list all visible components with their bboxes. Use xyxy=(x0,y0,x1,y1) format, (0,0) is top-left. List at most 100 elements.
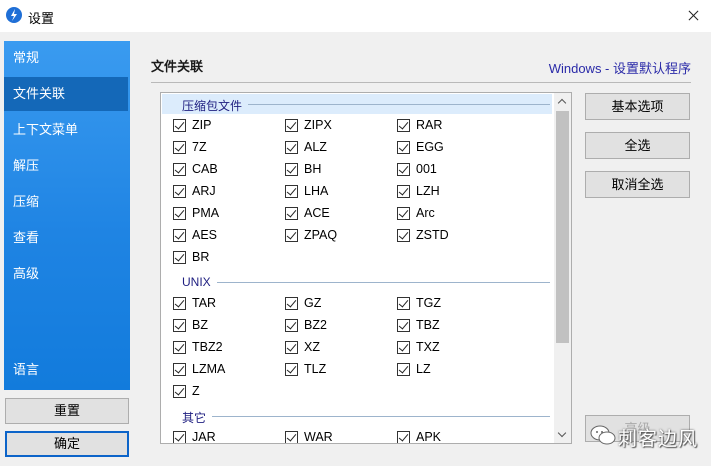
checkbox-checked-icon[interactable] xyxy=(285,431,298,443)
checkbox-checked-icon[interactable] xyxy=(173,163,186,176)
checkbox-checked-icon[interactable] xyxy=(285,297,298,310)
sidebar-item[interactable]: 文件关联 xyxy=(4,77,128,111)
scroll-thumb[interactable] xyxy=(556,111,569,343)
group-divider xyxy=(248,104,550,105)
checkbox-label: BH xyxy=(304,162,322,176)
checkbox-label: ZIPX xyxy=(304,118,332,132)
checkbox-checked-icon[interactable] xyxy=(285,363,298,376)
checkbox-checked-icon[interactable] xyxy=(397,119,410,132)
reset-button[interactable]: 重置 xyxy=(5,398,129,424)
checkbox-label: AES xyxy=(192,228,218,242)
checkbox-checked-icon[interactable] xyxy=(173,385,186,398)
file-association-panel: 文件关联 Windows - 设置默认程序 压缩包文件 ZIP ZIPX RAR 7Z A… xyxy=(139,41,705,461)
checkbox-checked-icon[interactable] xyxy=(173,141,186,154)
checkbox-label: LZMA xyxy=(192,362,226,376)
checkbox-label: XZ xyxy=(304,340,320,354)
ok-button[interactable]: 确定 xyxy=(5,431,129,457)
sidebar-item[interactable]: 高级 xyxy=(4,257,128,291)
checkbox-checked-icon[interactable] xyxy=(173,297,186,310)
watermark-text: 刺客边风 xyxy=(618,429,699,450)
checkbox-checked-icon[interactable] xyxy=(173,207,186,220)
checkbox-label: TGZ xyxy=(416,296,441,310)
checkbox-checked-icon[interactable] xyxy=(285,119,298,132)
sidebar: 常规 文件关联 上下文菜单 解压 压缩 查看 高级 语言 xyxy=(4,41,130,390)
checkbox-checked-icon[interactable] xyxy=(173,431,186,443)
checkbox-checked-icon[interactable] xyxy=(285,185,298,198)
checkbox-label: APK xyxy=(416,430,442,444)
deselect-all-button[interactable]: 取消全选 xyxy=(585,171,690,198)
scroll-up-icon[interactable] xyxy=(554,93,571,110)
checkbox-checked-icon[interactable] xyxy=(285,341,298,354)
checkbox-label: EGG xyxy=(416,140,444,154)
checkbox-checked-icon[interactable] xyxy=(285,163,298,176)
checkbox-label: PMA xyxy=(192,206,220,220)
group-title: UNIX xyxy=(182,275,211,289)
checkbox-checked-icon[interactable] xyxy=(397,207,410,220)
checkbox-label: ALZ xyxy=(304,140,327,154)
checkbox-label: ZSTD xyxy=(416,228,449,242)
checkbox-checked-icon[interactable] xyxy=(397,163,410,176)
checkbox-checked-icon[interactable] xyxy=(397,297,410,310)
settings-window: 设置 常规 文件关联 上下文菜单 解压 压缩 查看 高级 语言 重置 确定 文件关联 Win… xyxy=(0,0,711,466)
checkbox-label: WAR xyxy=(304,430,333,444)
checkbox-checked-icon[interactable] xyxy=(285,207,298,220)
checkbox-label: 001 xyxy=(416,162,437,176)
wechat-icon xyxy=(590,425,616,445)
sidebar-item[interactable]: 上下文菜单 xyxy=(4,113,128,147)
group-header: UNIX xyxy=(162,272,552,292)
checkbox-checked-icon[interactable] xyxy=(173,229,186,242)
sidebar-item-language[interactable]: 语言 xyxy=(4,353,128,387)
checkbox-label: BZ2 xyxy=(304,318,327,332)
checkbox-label: JAR xyxy=(192,430,216,444)
windows-default-programs-link[interactable]: Windows - 设置默认程序 xyxy=(549,58,691,77)
checkbox-checked-icon[interactable] xyxy=(173,119,186,132)
checkbox-label: BR xyxy=(192,250,210,264)
checkbox-checked-icon[interactable] xyxy=(173,341,186,354)
vertical-scrollbar[interactable] xyxy=(554,93,571,443)
checkbox-checked-icon[interactable] xyxy=(397,141,410,154)
checkbox-label: ACE xyxy=(304,206,330,220)
checkbox-checked-icon[interactable] xyxy=(397,363,410,376)
section-divider xyxy=(151,82,691,83)
checkbox-checked-icon[interactable] xyxy=(285,229,298,242)
checkbox-checked-icon[interactable] xyxy=(173,319,186,332)
app-logo-icon xyxy=(6,7,22,23)
checkbox-checked-icon[interactable] xyxy=(285,319,298,332)
group-title: 其它 xyxy=(182,411,207,425)
checkbox-label: TXZ xyxy=(416,340,440,354)
checkbox-checked-icon[interactable] xyxy=(397,185,410,198)
checkbox-checked-icon[interactable] xyxy=(285,141,298,154)
checkbox-label: ARJ xyxy=(192,184,216,198)
checkbox-label: TBZ xyxy=(416,318,440,332)
group-header: 其它 xyxy=(162,406,552,426)
checkbox-checked-icon[interactable] xyxy=(397,341,410,354)
checkbox-label: LZ xyxy=(416,362,431,376)
checkbox-label: Arc xyxy=(416,206,435,220)
checkbox-label: LHA xyxy=(304,184,329,198)
close-icon[interactable] xyxy=(675,0,711,32)
scroll-down-icon[interactable] xyxy=(554,426,571,443)
window-title: 设置 xyxy=(28,11,55,26)
sidebar-item[interactable]: 解压 xyxy=(4,149,128,183)
sidebar-item[interactable]: 压缩 xyxy=(4,185,128,219)
checkbox-checked-icon[interactable] xyxy=(397,431,410,443)
sidebar-item[interactable]: 常规 xyxy=(4,41,128,75)
select-all-button[interactable]: 全选 xyxy=(585,132,690,159)
checkbox-checked-icon[interactable] xyxy=(173,185,186,198)
group-divider xyxy=(212,416,550,417)
title-bar: 设置 xyxy=(0,0,711,32)
file-type-list[interactable]: 压缩包文件 ZIP ZIPX RAR 7Z ALZ EGG CAB BH 001 ARJ LHA LZH… xyxy=(160,92,572,444)
basic-options-button[interactable]: 基本选项 xyxy=(585,93,690,120)
sidebar-item[interactable]: 查看 xyxy=(4,221,128,255)
checkbox-label: GZ xyxy=(304,296,322,310)
checkbox-checked-icon[interactable] xyxy=(397,229,410,242)
checkbox-label: TLZ xyxy=(304,362,327,376)
group-divider xyxy=(217,282,550,283)
checkbox-checked-icon[interactable] xyxy=(173,363,186,376)
checkbox-checked-icon[interactable] xyxy=(173,251,186,264)
checkbox-label: TAR xyxy=(192,296,217,310)
group-title: 压缩包文件 xyxy=(182,99,243,113)
watermark: 刺客边风 xyxy=(590,418,708,454)
checkbox-checked-icon[interactable] xyxy=(397,319,410,332)
checkbox-label: RAR xyxy=(416,118,443,132)
